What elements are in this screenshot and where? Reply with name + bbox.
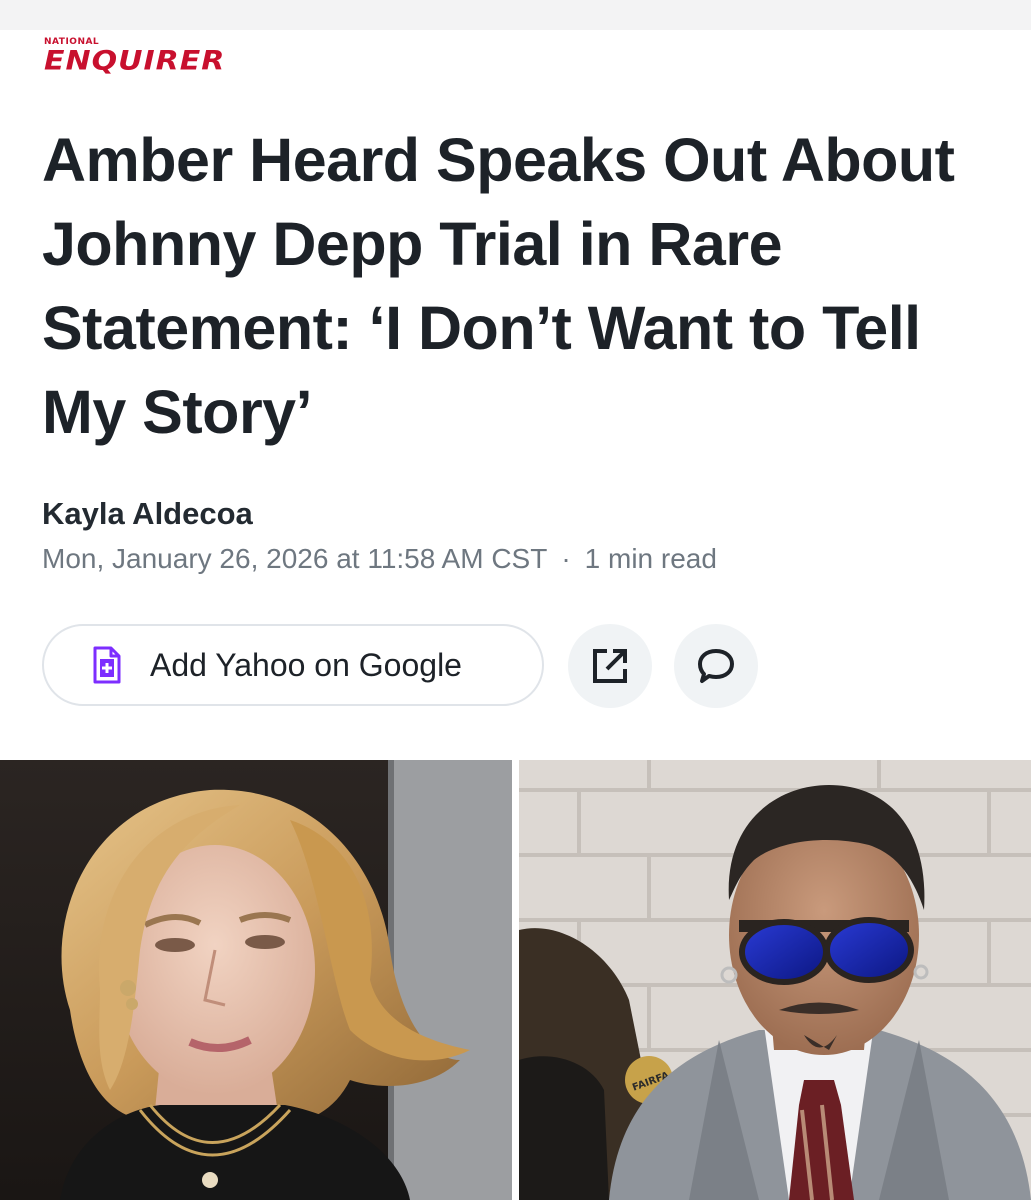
article-headline: Amber Heard Speaks Out About Johnny Depp… <box>42 126 955 446</box>
author-name[interactable]: Kayla Aldecoa <box>42 496 253 532</box>
logo-main-text: ENQUIRER <box>44 45 226 77</box>
read-time: 1 min read <box>584 543 717 574</box>
publisher-logo[interactable]: NATIONAL ENQUIRER <box>44 38 225 79</box>
google-button-label: Add Yahoo on Google <box>150 646 462 683</box>
photo-amber-heard <box>0 760 512 1200</box>
photo-johnny-depp: FAIRFA <box>519 760 1031 1200</box>
share-button[interactable] <box>568 624 652 708</box>
article-meta: Mon, January 26, 2026 at 11:58 AM CST · 1 … <box>42 543 717 575</box>
top-bar <box>0 0 1031 30</box>
publish-date: Mon, January 26, 2026 at 11:58 AM CST <box>42 543 548 574</box>
meta-separator: · <box>561 543 571 574</box>
article-photos: FAIRFA <box>0 760 1031 1200</box>
add-yahoo-on-google-button[interactable]: Add Yahoo on Google <box>42 624 544 706</box>
comment-icon <box>698 649 734 683</box>
doc-plus-icon <box>93 646 121 684</box>
external-link-icon <box>593 649 627 683</box>
comment-button[interactable] <box>674 624 758 708</box>
